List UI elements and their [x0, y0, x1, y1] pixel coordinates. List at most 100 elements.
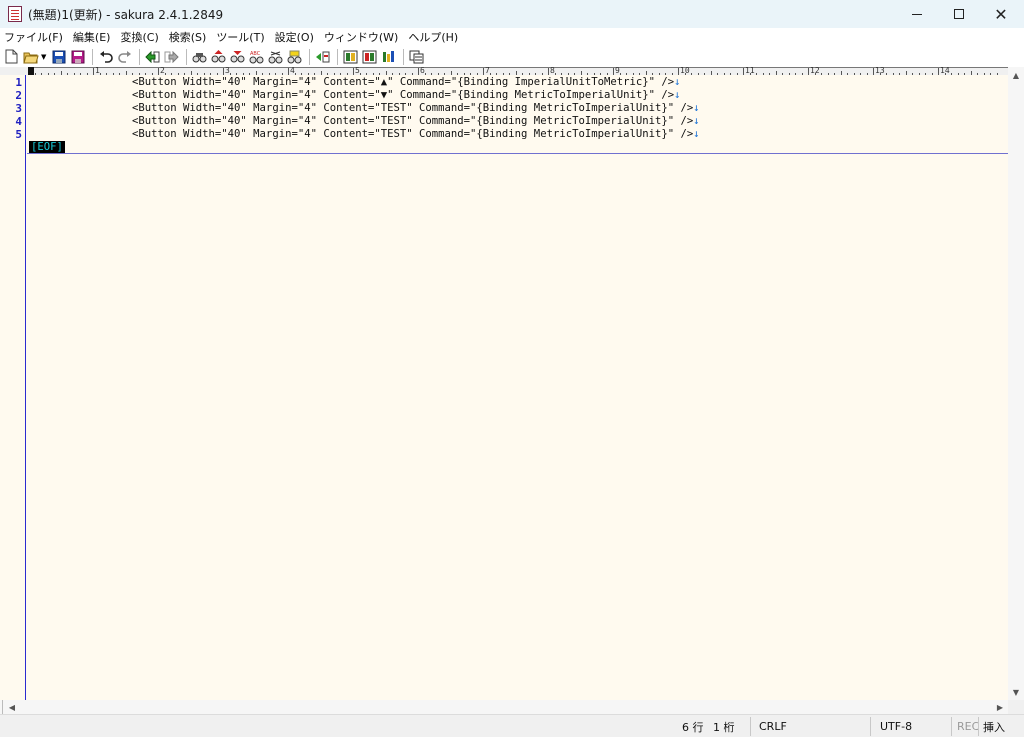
- title-bar: (無題)1(更新) - sakura 2.4.1.2849 ✕: [0, 0, 1024, 28]
- search-next-icon[interactable]: [229, 49, 246, 65]
- toolbar-separator: [403, 48, 405, 65]
- grep-icon[interactable]: ABC: [248, 49, 265, 65]
- status-bar: 6 行 1 桁 CRLF UTF-8 REC 挿入: [0, 714, 1024, 737]
- code-line[interactable]: <Button Width="40" Margin="4" Content="T…: [132, 102, 700, 115]
- search-prev-icon[interactable]: [210, 49, 227, 65]
- eol-mark: ↓: [693, 102, 700, 114]
- app-icon: [8, 6, 22, 22]
- ruler-cursor-marker: [28, 67, 34, 75]
- ruler-tick: [938, 68, 939, 75]
- ruler-tick: [483, 68, 484, 75]
- jump-forward-icon[interactable]: [163, 49, 180, 65]
- eol-mark: ↓: [693, 115, 700, 127]
- code-line[interactable]: <Button Width="40" Margin="4" Content="▼…: [132, 89, 681, 102]
- search-icon[interactable]: [191, 49, 208, 65]
- line-number: 2: [15, 89, 22, 102]
- status-rec[interactable]: REC: [957, 715, 979, 737]
- scroll-right-icon[interactable]: ▶: [992, 700, 1008, 714]
- function-list-icon[interactable]: [380, 49, 397, 65]
- status-divider: [870, 717, 871, 736]
- code-line[interactable]: <Button Width="40" Margin="4" Content="T…: [132, 115, 700, 128]
- toolbar-separator: [337, 48, 339, 65]
- ruler-tick: [808, 68, 809, 75]
- status-row: 6 行: [682, 720, 704, 734]
- close-button[interactable]: ✕: [978, 0, 1024, 28]
- ruler-number: 7: [485, 66, 490, 75]
- find-marker-icon[interactable]: [286, 49, 303, 65]
- save-all-icon[interactable]: [69, 49, 86, 65]
- window-list-icon[interactable]: [408, 49, 425, 65]
- code-text: <Button Width="40" Margin="4" Content="T…: [132, 115, 694, 127]
- compare-icon[interactable]: [361, 49, 378, 65]
- close-icon: ✕: [994, 4, 1008, 24]
- ruler-number: 4: [290, 66, 295, 75]
- ruler-tick: [678, 68, 679, 75]
- eol-mark: ↓: [693, 128, 700, 140]
- status-divider: [978, 717, 979, 736]
- menu-search[interactable]: 検索(S): [169, 29, 207, 45]
- new-file-icon[interactable]: [3, 49, 20, 65]
- ruler-number: 14: [940, 66, 950, 75]
- scrollbar-corner: [1008, 700, 1024, 714]
- toolbar-separator: [186, 48, 188, 65]
- open-file-icon[interactable]: [22, 49, 39, 65]
- code-text: <Button Width="40" Margin="4" Content="T…: [132, 102, 694, 114]
- horizontal-scrollbar[interactable]: ◀ ▶: [0, 700, 1008, 714]
- eol-mark: ↓: [674, 76, 681, 88]
- ruler-tick: [743, 68, 744, 75]
- ruler-tick: [613, 68, 614, 75]
- eol-mark: ↓: [674, 89, 681, 101]
- menu-help[interactable]: ヘルプ(H): [408, 29, 458, 45]
- line-number: 1: [15, 76, 22, 89]
- ruler-number: 5: [355, 66, 360, 75]
- menu-settings[interactable]: 設定(O): [275, 29, 314, 45]
- minimize-button[interactable]: [894, 0, 940, 28]
- line-number: 5: [15, 128, 22, 141]
- menu-file[interactable]: ファイル(F): [4, 29, 63, 45]
- undo-icon[interactable]: [97, 49, 114, 65]
- split-grip[interactable]: [0, 700, 3, 714]
- scroll-left-icon[interactable]: ◀: [4, 700, 20, 714]
- ruler-number: 13: [875, 66, 885, 75]
- ruler-tick: [548, 68, 549, 75]
- code-line[interactable]: <Button Width="40" Margin="4" Content="T…: [132, 128, 700, 141]
- ruler-tick: [93, 68, 94, 75]
- redo-icon[interactable]: [116, 49, 133, 65]
- scroll-down-icon[interactable]: ▼: [1008, 684, 1024, 700]
- ruler-tick: [223, 68, 224, 75]
- scroll-up-icon[interactable]: ▲: [1008, 67, 1024, 83]
- ruler: 1 2 3 4 5 6 7 8 9 10 11 12 13 14: [0, 67, 1008, 75]
- vertical-scrollbar[interactable]: ▲ ▼: [1008, 67, 1024, 700]
- menu-window[interactable]: ウィンドウ(W): [324, 29, 398, 45]
- window-title: (無題)1(更新) - sakura 2.4.1.2849: [28, 7, 224, 22]
- menu-convert[interactable]: 変換(C): [120, 29, 158, 45]
- editor-area[interactable]: 1 2 3 4 5 <Button Width="40" Margin="4" …: [0, 75, 1008, 700]
- maximize-button[interactable]: [936, 0, 982, 28]
- replace-icon[interactable]: [267, 49, 284, 65]
- cursor-underline: [27, 153, 1008, 154]
- save-icon[interactable]: [50, 49, 67, 65]
- menu-edit[interactable]: 編集(E): [73, 29, 111, 45]
- ruler-tick: [158, 68, 159, 75]
- menu-tools[interactable]: ツール(T): [216, 29, 264, 45]
- code-text: <Button Width="40" Margin="4" Content="▲…: [132, 76, 675, 88]
- toolbar-separator: [139, 48, 141, 65]
- tag-jump-icon[interactable]: [314, 49, 331, 65]
- outline-icon[interactable]: [342, 49, 359, 65]
- ruler-number: 10: [680, 66, 690, 75]
- toolbar-separator: [92, 48, 94, 65]
- ruler-tick: [288, 68, 289, 75]
- ruler-number: 6: [420, 66, 425, 75]
- status-insert-mode[interactable]: 挿入: [983, 715, 1005, 737]
- jump-back-icon[interactable]: [144, 49, 161, 65]
- ruler-number: 3: [225, 66, 230, 75]
- ruler-tick: [418, 68, 419, 75]
- status-encoding[interactable]: UTF-8: [880, 715, 912, 737]
- code-line[interactable]: <Button Width="40" Margin="4" Content="▲…: [132, 76, 681, 89]
- status-newline[interactable]: CRLF: [759, 715, 787, 737]
- svg-text:ABC: ABC: [250, 51, 261, 57]
- status-divider: [750, 717, 751, 736]
- chevron-down-icon[interactable]: ▼: [41, 53, 46, 61]
- ruler-number: 9: [615, 66, 620, 75]
- maximize-icon: [954, 9, 964, 19]
